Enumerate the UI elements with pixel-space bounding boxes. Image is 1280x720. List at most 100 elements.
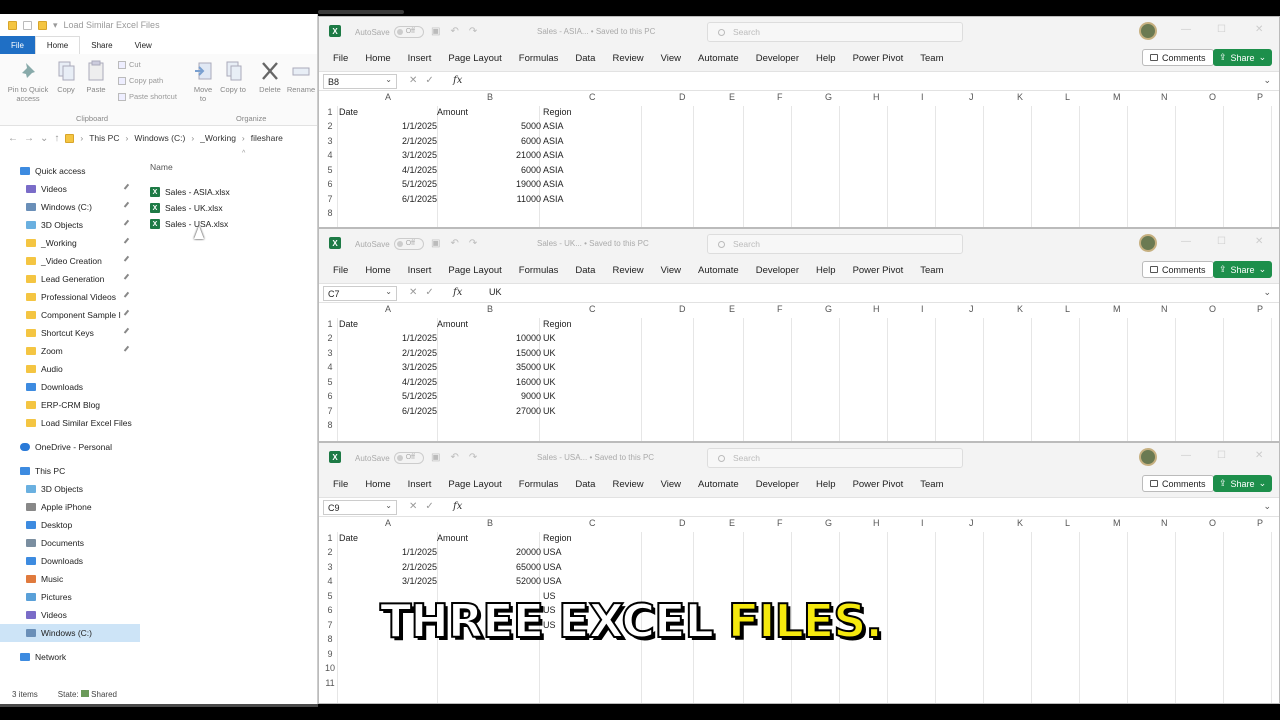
- region-cell[interactable]: USA: [543, 547, 562, 557]
- column-header[interactable]: P: [1257, 518, 1263, 528]
- column-header[interactable]: P: [1257, 92, 1263, 102]
- breadcrumb-working[interactable]: _Working: [200, 133, 236, 143]
- column-header[interactable]: O: [1209, 304, 1216, 314]
- date-cell[interactable]: 2/1/2025: [339, 348, 437, 358]
- column-header[interactable]: L: [1065, 92, 1070, 102]
- menu-file[interactable]: File: [333, 265, 348, 276]
- tab-home[interactable]: Home: [34, 36, 81, 54]
- date-cell[interactable]: 6/1/2025: [339, 194, 437, 204]
- search-box[interactable]: Search: [707, 234, 963, 254]
- nav-item[interactable]: Pictures: [0, 588, 140, 606]
- column-header[interactable]: M: [1113, 304, 1121, 314]
- column-header[interactable]: D: [679, 304, 686, 314]
- column-header[interactable]: A: [385, 518, 391, 528]
- insert-function-icon[interactable]: fx: [453, 75, 462, 86]
- search-box[interactable]: Search: [707, 448, 963, 468]
- name-box[interactable]: C9 ⌄: [323, 500, 397, 515]
- region-cell[interactable]: UK: [543, 348, 556, 358]
- menu-home[interactable]: Home: [365, 479, 390, 490]
- workbook-title[interactable]: Sales - ASIA... • Saved to this PC: [537, 27, 655, 36]
- row-number[interactable]: 5: [323, 165, 337, 175]
- up-arrow-icon[interactable]: ↑: [54, 133, 59, 144]
- row-number[interactable]: 8: [323, 634, 337, 644]
- row-number[interactable]: 2: [323, 547, 337, 557]
- nav-item[interactable]: Desktop: [0, 516, 140, 534]
- check-icon[interactable]: ✓: [425, 287, 441, 298]
- formula-controls[interactable]: ✕✓: [409, 75, 442, 86]
- menu-automate[interactable]: Automate: [698, 479, 739, 490]
- column-header[interactable]: H: [873, 518, 880, 528]
- share-button[interactable]: ⇪ Share ⌄: [1213, 49, 1273, 66]
- nav-item[interactable]: Windows (C:): [0, 198, 140, 216]
- row-number[interactable]: 6: [323, 179, 337, 189]
- menu-page-layout[interactable]: Page Layout: [448, 479, 501, 490]
- autosave-toggle[interactable]: Off: [393, 238, 424, 250]
- amount-cell[interactable]: 5000: [439, 121, 541, 131]
- row-number[interactable]: 3: [323, 136, 337, 146]
- menu-developer[interactable]: Developer: [756, 479, 799, 490]
- column-header[interactable]: N: [1161, 518, 1168, 528]
- region-cell[interactable]: ASIA: [543, 165, 564, 175]
- row-number[interactable]: 7: [323, 406, 337, 416]
- column-header[interactable]: K: [1017, 518, 1023, 528]
- close-icon[interactable]: ✕: [1255, 450, 1263, 461]
- maximize-icon[interactable]: ☐: [1217, 24, 1226, 35]
- save-icon[interactable]: ▣: [431, 452, 450, 463]
- column-header[interactable]: I: [921, 518, 924, 528]
- check-icon[interactable]: ✓: [425, 501, 441, 512]
- region-cell[interactable]: ASIA: [543, 194, 564, 204]
- row-number[interactable]: 4: [323, 576, 337, 586]
- menu-power-pivot[interactable]: Power Pivot: [853, 265, 904, 276]
- column-header[interactable]: B: [487, 518, 493, 528]
- amount-cell[interactable]: 27000: [439, 406, 541, 416]
- column-header[interactable]: O: [1209, 518, 1216, 528]
- row-number[interactable]: 2: [323, 121, 337, 131]
- redo-icon[interactable]: ↷: [469, 26, 487, 37]
- nav-item[interactable]: Shortcut Keys: [0, 324, 140, 342]
- date-cell[interactable]: 3/1/2025: [339, 576, 437, 586]
- tab-share[interactable]: Share: [80, 36, 123, 54]
- save-icon[interactable]: ▣: [431, 238, 450, 249]
- forward-arrow-icon[interactable]: →: [24, 133, 34, 144]
- date-cell[interactable]: 3/1/2025: [339, 362, 437, 372]
- dropdown-icon[interactable]: ▾: [53, 20, 58, 31]
- undo-icon[interactable]: ↶: [450, 238, 468, 249]
- worksheet-grid[interactable]: ABCDEFGHIJKLMNOP 1 Date Amount Region 2 1/1…: [319, 303, 1279, 441]
- row-number[interactable]: 5: [323, 591, 337, 601]
- avatar[interactable]: [1139, 234, 1157, 252]
- nav-onedrive[interactable]: OneDrive - Personal: [0, 438, 140, 456]
- redo-icon[interactable]: ↷: [469, 238, 487, 249]
- amount-cell[interactable]: 6000: [439, 165, 541, 175]
- row-number[interactable]: 11: [323, 678, 337, 688]
- quick-access-toolbar[interactable]: ▣↶↷: [431, 452, 487, 463]
- nav-item[interactable]: Lead Generation: [0, 270, 140, 288]
- avatar[interactable]: [1139, 448, 1157, 466]
- menu-view[interactable]: View: [661, 53, 681, 64]
- date-cell[interactable]: 2/1/2025: [339, 136, 437, 146]
- nav-item[interactable]: Music: [0, 570, 140, 588]
- formula-input[interactable]: UK: [489, 287, 502, 297]
- menu-team[interactable]: Team: [920, 265, 943, 276]
- column-header[interactable]: A: [385, 92, 391, 102]
- column-header-name[interactable]: Name ^: [150, 150, 245, 174]
- comments-button[interactable]: Comments: [1142, 475, 1214, 492]
- tab-view[interactable]: View: [124, 36, 163, 54]
- amount-cell[interactable]: 11000: [439, 194, 541, 204]
- menu-help[interactable]: Help: [816, 265, 836, 276]
- column-header[interactable]: N: [1161, 304, 1168, 314]
- header-cell[interactable]: Amount: [437, 533, 468, 543]
- menu-formulas[interactable]: Formulas: [519, 479, 559, 490]
- row-number[interactable]: 8: [323, 208, 337, 218]
- nav-item[interactable]: Component Sample I: [0, 306, 140, 324]
- nav-item[interactable]: Audio: [0, 360, 140, 378]
- column-header[interactable]: G: [825, 518, 832, 528]
- amount-cell[interactable]: 9000: [439, 391, 541, 401]
- comments-button[interactable]: Comments: [1142, 261, 1214, 278]
- header-cell[interactable]: Region: [543, 107, 572, 117]
- nav-network[interactable]: Network: [0, 648, 140, 666]
- column-header[interactable]: H: [873, 92, 880, 102]
- menu-insert[interactable]: Insert: [408, 53, 432, 64]
- breadcrumb-fileshare[interactable]: fileshare: [251, 133, 283, 143]
- date-cell[interactable]: 5/1/2025: [339, 391, 437, 401]
- menu-insert[interactable]: Insert: [408, 479, 432, 490]
